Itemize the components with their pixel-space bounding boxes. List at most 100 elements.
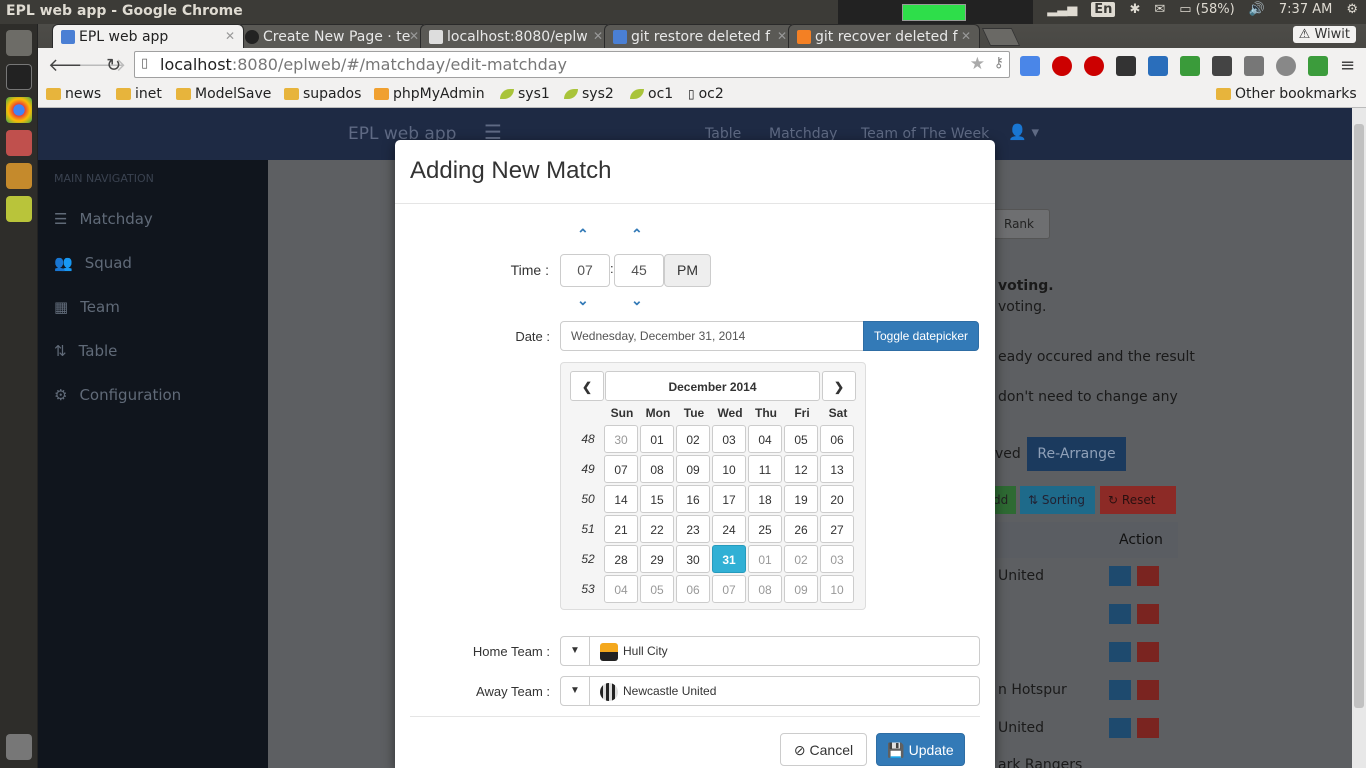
calendar-day[interactable]: 29 [640,545,674,573]
calendar-day[interactable]: 23 [676,515,710,543]
reload-icon[interactable]: ↻ [106,55,121,76]
calendar-day[interactable]: 11 [748,455,782,483]
calendar-day[interactable]: 04 [748,425,782,453]
sidebar-item-matchday[interactable]: ☰ Matchday [54,210,153,228]
battery-indicator[interactable]: ▭ (58%) [1179,2,1234,17]
calendar-day[interactable]: 03 [820,545,854,573]
sidebar-item-configuration[interactable]: ⚙ Configuration [54,386,181,404]
rearrange-button[interactable]: Re-Arrange [1027,437,1126,471]
bookmark-oc1[interactable]: oc1 [630,86,673,102]
signal-icon[interactable]: ▂▃▅ [1047,2,1077,17]
close-tab-icon[interactable]: ✕ [593,29,603,43]
calendar-day[interactable]: 30 [676,545,710,573]
sidebar-item-team[interactable]: ▦ Team [54,298,120,316]
profile-button[interactable]: ⚠ Wiwit [1292,26,1356,43]
toggle-datepicker-button[interactable]: Toggle datepicker [863,321,979,351]
calendar-day[interactable]: 22 [640,515,674,543]
edit-icon[interactable] [1109,642,1131,662]
close-tab-icon[interactable]: ✕ [409,29,419,43]
close-tab-icon[interactable]: ✕ [961,29,971,43]
spy-icon[interactable] [1212,56,1232,76]
address-bar[interactable]: ▯ localhost:8080/eplweb/#/matchday/edit-… [134,51,1010,78]
calendar-day[interactable]: 13 [820,455,854,483]
hour-decrement-icon[interactable]: ⌄ [577,292,589,309]
edit-icon[interactable] [1109,680,1131,700]
delete-icon[interactable] [1137,680,1159,700]
edit-icon[interactable] [1109,566,1131,586]
tab-localhost[interactable]: localhost:8080/eplw ✕ [420,24,612,48]
settings-icon[interactable]: ⚙ [1346,2,1358,17]
calendar-day[interactable]: 06 [820,425,854,453]
date-input[interactable]: Wednesday, December 31, 2014 [560,321,864,351]
sidebar-item-squad[interactable]: 👥 Squad [54,254,132,272]
calendar-day[interactable]: 10 [712,455,746,483]
cors-icon[interactable] [1308,56,1328,76]
home-team-dropdown-button[interactable]: ▼ [560,636,590,666]
key-icon[interactable]: ⚷ [994,55,1004,71]
cancel-button[interactable]: ⊘ Cancel [780,733,867,766]
delete-icon[interactable] [1137,604,1159,624]
tab-git-recover[interactable]: git recover deleted f ✕ [788,24,980,48]
next-month-button[interactable]: ❯ [822,371,856,401]
clock[interactable]: 7:37 AM [1279,2,1332,17]
hour-input[interactable]: 07 [560,254,610,287]
calendar-day[interactable]: 26 [784,515,818,543]
close-tab-icon[interactable]: ✕ [225,29,235,43]
hour-increment-icon[interactable]: ⌃ [577,226,589,243]
meridian-toggle[interactable]: PM [664,254,711,287]
chrome-app-icon[interactable] [6,97,32,123]
screen-icon[interactable] [1148,56,1168,76]
files-icon[interactable] [6,130,32,156]
calendar-day[interactable]: 15 [640,485,674,513]
bookmark-inet[interactable]: inet [116,86,162,102]
calendar-day[interactable]: 31 [712,545,746,573]
home-team-select[interactable]: Hull City [589,636,980,666]
calendar-day[interactable]: 12 [784,455,818,483]
calendar-day[interactable]: 08 [640,455,674,483]
bookmark-modelsave[interactable]: ModelSave [176,86,271,102]
update-button[interactable]: 💾 Update [876,733,965,766]
trash-icon[interactable] [6,734,32,760]
translate-icon[interactable] [1020,56,1040,76]
globe-icon[interactable] [1276,56,1296,76]
away-team-select[interactable]: Newcastle United [589,676,980,706]
saved-text[interactable]: ved [995,446,1021,462]
colors-icon[interactable] [1180,56,1200,76]
calendar-day[interactable]: 21 [604,515,638,543]
delete-icon[interactable] [1137,642,1159,662]
menu-icon[interactable]: ≡ [1340,55,1355,76]
calendar-day[interactable]: 05 [640,575,674,603]
calendar-day[interactable]: 19 [784,485,818,513]
minute-increment-icon[interactable]: ⌃ [631,226,643,243]
prev-month-button[interactable]: ❮ [570,371,604,401]
bookmark-supados[interactable]: supados [284,86,361,102]
bookmark-phpmyadmin[interactable]: phpMyAdmin [374,86,485,102]
mail-icon[interactable]: ✉ [1154,2,1165,17]
bookmark-sys2[interactable]: sys2 [564,86,614,102]
calendar-day[interactable]: 02 [676,425,710,453]
bookmark-oc2[interactable]: ▯ oc2 [688,86,724,102]
calendar-day[interactable]: 09 [676,455,710,483]
calendar-day[interactable]: 09 [784,575,818,603]
sublime-icon[interactable] [6,163,32,189]
calendar-day[interactable]: 07 [712,575,746,603]
close-tab-icon[interactable]: ✕ [777,29,787,43]
dash-icon[interactable] [6,30,32,56]
bookmark-sys1[interactable]: sys1 [500,86,550,102]
delete-icon[interactable] [1137,718,1159,738]
extension-icon[interactable] [1116,56,1136,76]
calendar-day[interactable]: 27 [820,515,854,543]
tab-create-new-page[interactable]: Create New Page · te ✕ [236,24,428,48]
away-team-dropdown-button[interactable]: ▼ [560,676,590,706]
tab-git-restore[interactable]: git restore deleted f ✕ [604,24,796,48]
calendar-day[interactable]: 10 [820,575,854,603]
calendar-day[interactable]: 02 [784,545,818,573]
volume-icon[interactable]: 🔊 [1249,2,1265,17]
calendar-day[interactable]: 14 [604,485,638,513]
calendar-day[interactable]: 01 [748,545,782,573]
minute-decrement-icon[interactable]: ⌄ [631,292,643,309]
app-icon[interactable] [6,196,32,222]
other-bookmarks[interactable]: Other bookmarks [1216,86,1357,102]
minute-input[interactable]: 45 [614,254,664,287]
calendar-day[interactable]: 03 [712,425,746,453]
